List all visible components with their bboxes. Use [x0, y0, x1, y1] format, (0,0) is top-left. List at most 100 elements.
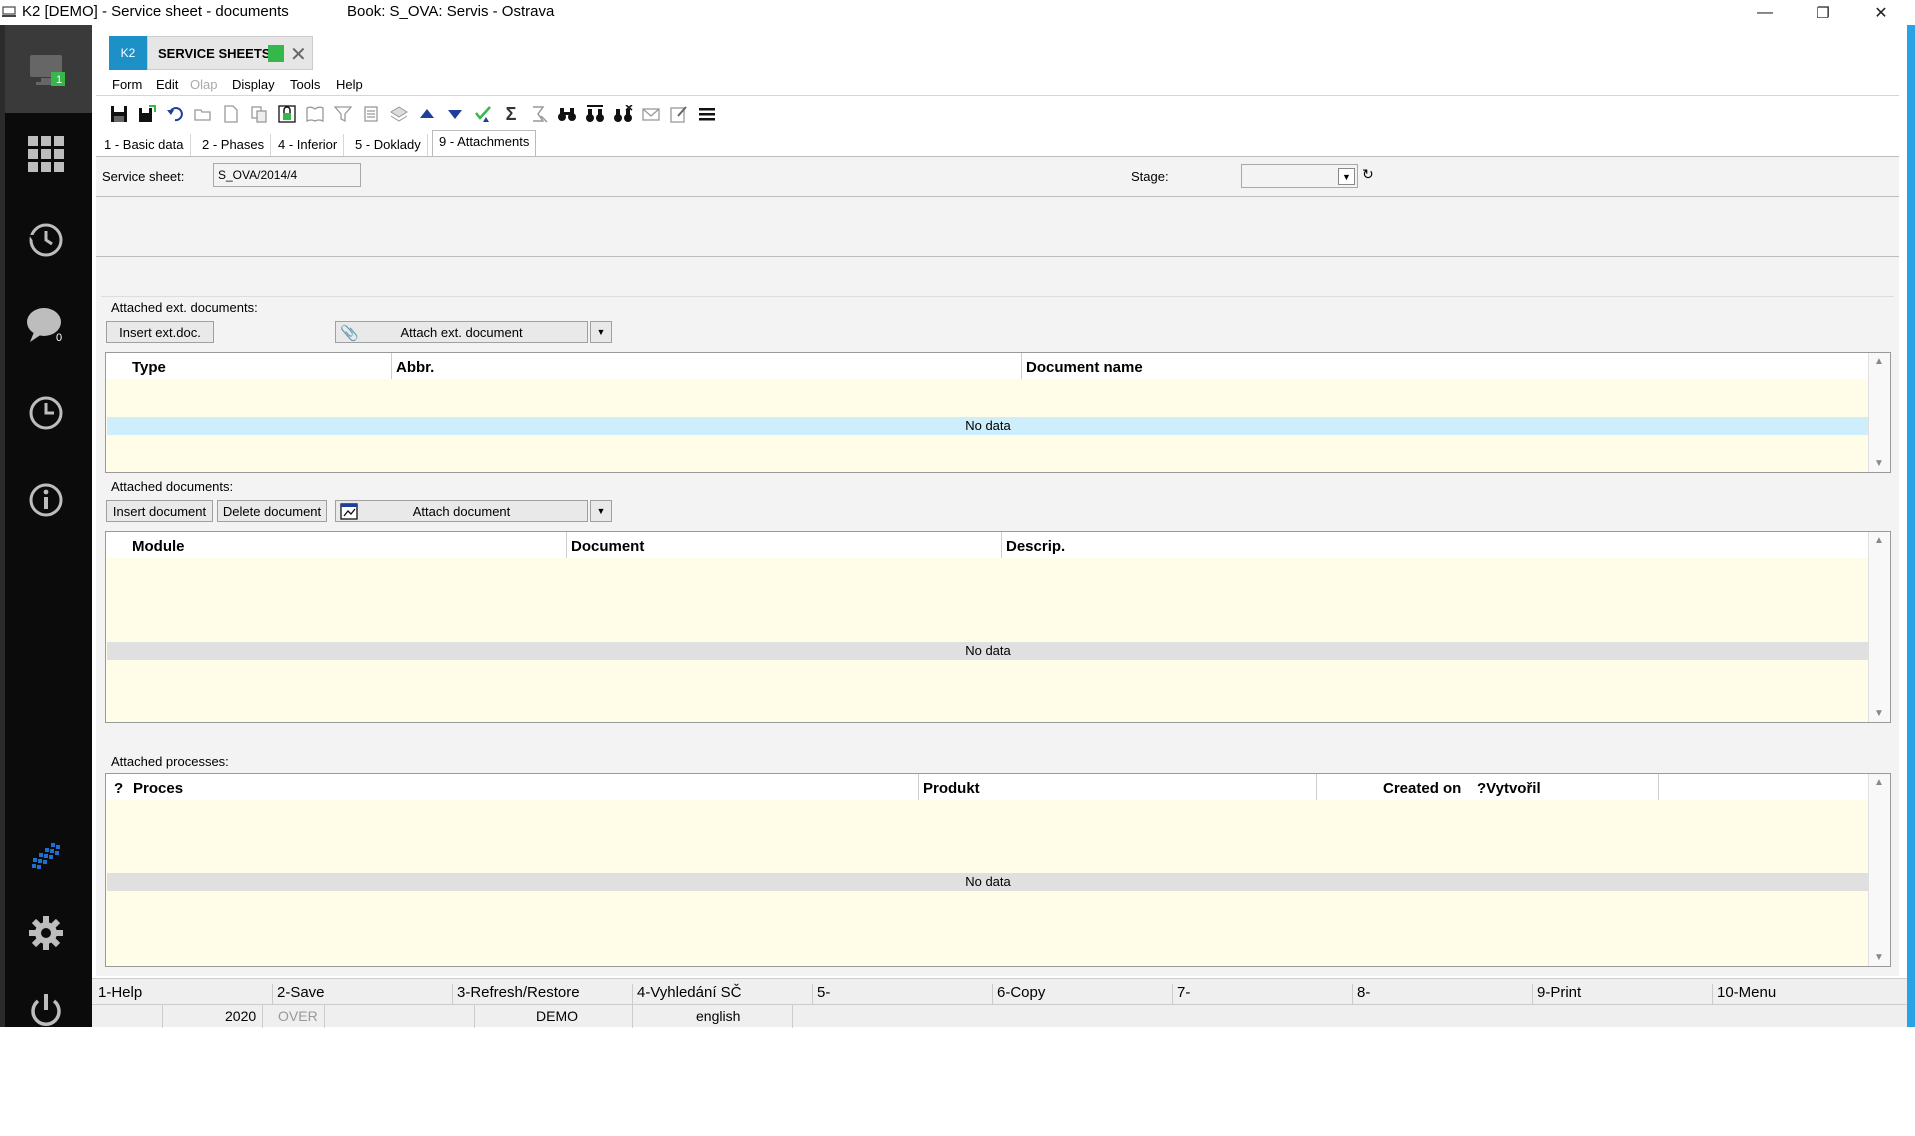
- vertical-scrollbar[interactable]: ▲ ▼: [1868, 353, 1890, 472]
- service-sheet-label: Service sheet:: [102, 169, 185, 184]
- move-down-icon[interactable]: [444, 103, 466, 125]
- attach-doc-dropdown[interactable]: ▼: [590, 500, 612, 522]
- attach-ext-document-button[interactable]: 📎 Attach ext. document: [335, 321, 588, 343]
- binoculars-icon[interactable]: [556, 103, 578, 125]
- sum-icon[interactable]: Σ: [500, 103, 522, 125]
- fkey-refresh[interactable]: 3-Refresh/Restore: [452, 984, 580, 1004]
- open-folder-icon[interactable]: [192, 103, 214, 125]
- delete-document-button[interactable]: Delete document: [217, 500, 327, 522]
- tab-inferior[interactable]: 4 - Inferior: [272, 134, 345, 156]
- check-sort-icon[interactable]: [472, 103, 494, 125]
- refresh-stage-icon[interactable]: ↻: [1362, 166, 1374, 183]
- menu-display[interactable]: Display: [232, 77, 275, 92]
- find-next-icon[interactable]: [584, 103, 606, 125]
- insert-ext-doc-button[interactable]: Insert ext.doc.: [106, 321, 214, 343]
- tab-service-sheets[interactable]: SERVICE SHEETS ✕: [147, 36, 313, 70]
- scroll-down-icon[interactable]: ▼: [1874, 458, 1884, 469]
- sum-clear-icon[interactable]: [528, 103, 550, 125]
- edit-list-icon[interactable]: [668, 103, 690, 125]
- menu-olap[interactable]: Olap: [190, 77, 217, 92]
- docs-grid[interactable]: Module Document Descrip. No data ▲ ▼: [105, 531, 1891, 723]
- sidebar-item-power[interactable]: [0, 980, 92, 1040]
- restore-button[interactable]: ❐: [1795, 0, 1851, 25]
- docs-title: Attached documents:: [108, 479, 237, 494]
- status-separator: [324, 1005, 325, 1028]
- find-clear-icon[interactable]: [612, 103, 634, 125]
- copy-icon[interactable]: [248, 103, 270, 125]
- service-sheet-field[interactable]: S_OVA/2014/4: [213, 163, 361, 187]
- fkey-5[interactable]: 5-: [812, 984, 830, 1004]
- filter-icon[interactable]: [332, 103, 354, 125]
- insert-document-button[interactable]: Insert document: [106, 500, 213, 522]
- lock-icon[interactable]: [276, 103, 298, 125]
- fkey-menu[interactable]: 10-Menu: [1712, 984, 1776, 1004]
- menu-form[interactable]: Form: [112, 77, 142, 92]
- col-module[interactable]: Module: [132, 538, 185, 555]
- col-document[interactable]: Document: [571, 538, 644, 555]
- col-produkt[interactable]: Produkt: [923, 780, 980, 797]
- vertical-scrollbar[interactable]: ▲ ▼: [1868, 532, 1890, 722]
- sidebar-item-apps[interactable]: [0, 124, 92, 184]
- fkey-save[interactable]: 2-Save: [272, 984, 325, 1004]
- app-icon: [2, 6, 16, 17]
- col-type[interactable]: Type: [132, 359, 166, 376]
- status-separator: [632, 1005, 633, 1028]
- document-tab[interactable]: K2 SERVICE SHEETS ✕: [109, 36, 313, 70]
- chevron-down-icon[interactable]: ▼: [1338, 168, 1355, 185]
- hamburger-menu-icon[interactable]: [696, 103, 718, 125]
- col-abbr[interactable]: Abbr.: [396, 359, 434, 376]
- mail-icon[interactable]: [640, 103, 662, 125]
- fkey-vyhledani[interactable]: 4-Vyhledání SČ: [632, 984, 742, 1004]
- scroll-up-icon[interactable]: ▲: [1874, 535, 1884, 546]
- sidebar-item-info[interactable]: [0, 470, 92, 530]
- attach-document-button[interactable]: Attach document: [335, 500, 588, 522]
- processes-grid[interactable]: ? Proces Produkt Created on ?Vytvořil No…: [105, 773, 1891, 967]
- sidebar-item-chat[interactable]: 0: [0, 295, 92, 355]
- sidebar-item-monitor[interactable]: 1: [0, 39, 92, 99]
- fkey-7[interactable]: 7-: [1172, 984, 1190, 1004]
- scroll-down-icon[interactable]: ▼: [1874, 708, 1884, 719]
- scroll-up-icon[interactable]: ▲: [1874, 356, 1884, 367]
- tab-basic-data[interactable]: 1 - Basic data: [98, 134, 191, 156]
- tab-attachments[interactable]: 9 - Attachments: [432, 130, 537, 156]
- save-icon[interactable]: [108, 103, 130, 125]
- attach-ext-dropdown[interactable]: ▼: [590, 321, 612, 343]
- tab-close-icon[interactable]: ✕: [290, 42, 307, 67]
- k2-tab-badge: K2: [109, 36, 147, 70]
- fkey-8[interactable]: 8-: [1352, 984, 1370, 1004]
- col-descrip[interactable]: Descrip.: [1006, 538, 1065, 555]
- stage-select[interactable]: ▼: [1241, 164, 1358, 188]
- vertical-scrollbar[interactable]: ▲ ▼: [1868, 774, 1890, 966]
- menu-edit[interactable]: Edit: [156, 77, 178, 92]
- book-icon[interactable]: [304, 103, 326, 125]
- menu-bar: Form Edit Olap Display Tools Help: [96, 72, 1899, 96]
- col-question[interactable]: ?: [114, 780, 123, 797]
- tab-doklady[interactable]: 5 - Doklady: [349, 134, 428, 156]
- sidebar-item-clock[interactable]: [0, 383, 92, 443]
- col-proces[interactable]: Proces: [133, 780, 183, 797]
- undo-icon[interactable]: [164, 103, 186, 125]
- sidebar-item-history[interactable]: [0, 210, 92, 270]
- new-document-icon[interactable]: [220, 103, 242, 125]
- minimize-button[interactable]: —: [1737, 0, 1793, 25]
- fkey-help[interactable]: 1-Help: [94, 984, 142, 1004]
- close-button[interactable]: ✕: [1853, 0, 1909, 25]
- layers-icon[interactable]: [388, 103, 410, 125]
- ext-docs-grid[interactable]: Type Abbr. Document name No data ▲ ▼: [105, 352, 1891, 473]
- fkey-copy[interactable]: 6-Copy: [992, 984, 1045, 1004]
- filter-list-icon[interactable]: [360, 103, 382, 125]
- sidebar-item-settings[interactable]: [0, 903, 92, 963]
- fkey-print[interactable]: 9-Print: [1532, 984, 1581, 1004]
- scroll-down-icon[interactable]: ▼: [1874, 952, 1884, 963]
- save-close-icon[interactable]: [136, 103, 158, 125]
- scroll-up-icon[interactable]: ▲: [1874, 777, 1884, 788]
- col-document-name[interactable]: Document name: [1026, 359, 1143, 376]
- menu-help[interactable]: Help: [336, 77, 363, 92]
- col-vytvoril[interactable]: ?Vytvořil: [1477, 780, 1541, 797]
- move-up-icon[interactable]: [416, 103, 438, 125]
- col-created-on[interactable]: Created on: [1383, 780, 1461, 797]
- grid-header: [106, 532, 1890, 558]
- menu-tools[interactable]: Tools: [290, 77, 320, 92]
- tab-phases[interactable]: 2 - Phases: [196, 134, 272, 156]
- sidebar-item-logo[interactable]: [0, 825, 92, 885]
